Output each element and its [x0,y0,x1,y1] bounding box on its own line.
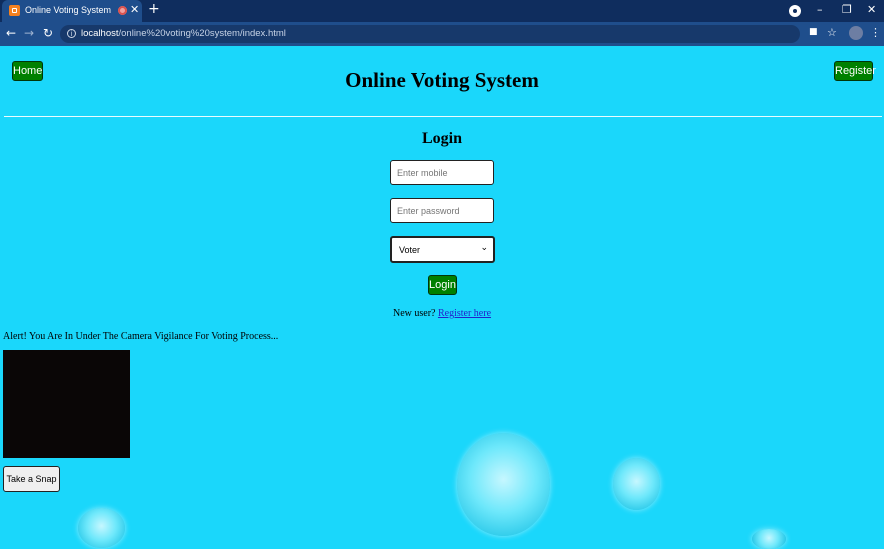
bookmark-star-icon[interactable]: ☆ [827,26,837,39]
login-button[interactable]: Login [428,275,457,295]
new-tab-icon[interactable]: + [148,1,160,17]
decorative-bubble [457,433,550,536]
media-control-icon[interactable] [789,5,801,17]
address-bar: ← → ↻ i localhost/online%20voting%20syst… [0,22,884,46]
password-placeholder: Enter password [397,206,460,216]
url-text: localhost/online%20voting%20system/index… [81,28,286,39]
info-icon[interactable]: i [67,29,76,38]
decorative-bubble [752,529,786,549]
login-heading: Login [421,130,462,147]
camera-alert: Alert! You Are In Under The Camera Vigil… [3,331,279,342]
tab-title: Online Voting System [25,5,112,15]
browser-tab[interactable]: Online Voting System ✕ [2,0,142,22]
mobile-input[interactable]: Enter mobile [390,160,494,185]
register-button[interactable]: Register [834,61,876,81]
restore-icon[interactable]: ❐ [842,3,852,16]
mobile-placeholder: Enter mobile [397,168,448,178]
decorative-bubble [78,508,125,548]
camera-icon[interactable]: ■ [809,27,818,37]
role-select[interactable]: Voter ⌄ [390,236,495,263]
chevron-down-icon: ⌄ [480,243,488,253]
take-snap-button[interactable]: Take a Snap [3,466,60,492]
camera-feed [3,350,130,458]
register-link[interactable]: Register here [438,308,491,319]
minimize-icon[interactable]: – [817,3,823,16]
forward-icon[interactable]: → [24,26,34,40]
close-window-icon[interactable]: ✕ [867,3,876,16]
close-tab-icon[interactable]: ✕ [130,3,139,16]
back-icon[interactable]: ← [6,26,16,40]
page-title: Online Voting System [345,68,539,92]
new-user-prompt: New user? Register here [0,308,884,319]
browser-tab-bar: Online Voting System ✕ + – ❐ ✕ [0,0,884,22]
recording-icon [118,6,127,15]
password-input[interactable]: Enter password [390,198,494,223]
favicon-icon [9,5,20,16]
role-selected: Voter [399,245,421,255]
divider [4,116,882,117]
url-field[interactable]: i localhost/online%20voting%20system/ind… [60,25,800,43]
decorative-bubble [613,458,660,510]
profile-avatar[interactable] [849,26,863,40]
new-user-text: New user? [392,308,436,319]
reload-icon[interactable]: ↻ [43,26,53,40]
menu-icon[interactable]: ⋮ [870,26,881,39]
